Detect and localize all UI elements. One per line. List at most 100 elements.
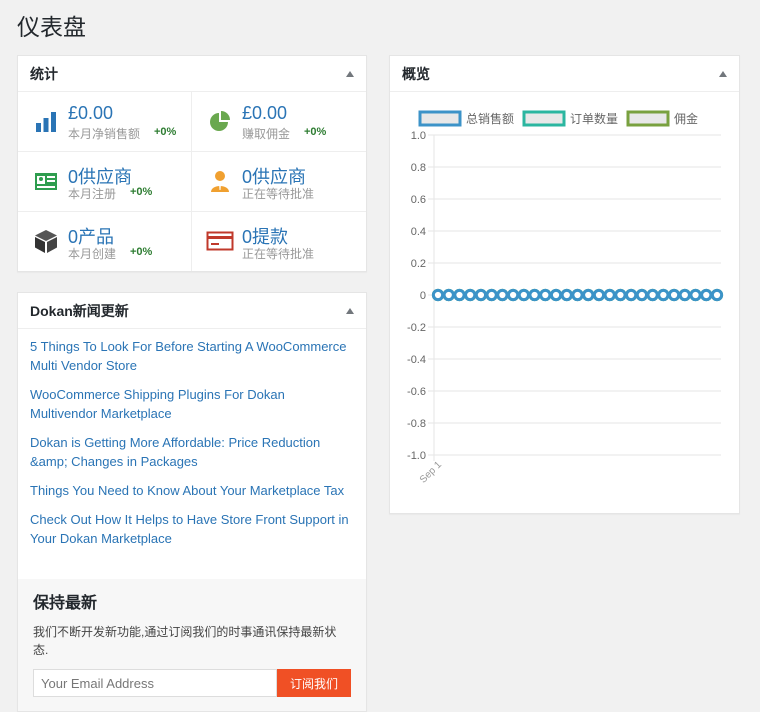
- pie-chart-icon: [210, 111, 230, 131]
- stat-change: +0%: [304, 126, 327, 138]
- series-point: [507, 288, 520, 302]
- series-point: [560, 288, 573, 302]
- stat-label: 正在等待批准: [242, 187, 315, 201]
- series-point: [678, 288, 691, 302]
- y-tick-label: -0.8: [407, 418, 426, 430]
- overview-box: 概览 总销售额 订单数量 佣金 1.0 0.8 0.6 0.4 0.2 0 -0.2 -0.4 -0.…: [389, 55, 740, 514]
- list-item: Things You Need to Know About Your Marke…: [30, 481, 354, 500]
- series-point: [517, 288, 530, 302]
- y-tick-label: -0.4: [407, 354, 426, 366]
- legend-label: 佣金: [674, 111, 698, 126]
- stat-withdrawals[interactable]: 0提款 正在等待批准: [192, 212, 366, 271]
- overview-chart: 总销售额 订单数量 佣金 1.0 0.8 0.6 0.4 0.2 0 -0.2 -0.4 -0.6 -0…: [407, 110, 724, 486]
- series-point: [603, 288, 616, 302]
- id-card-icon: [35, 173, 57, 190]
- x-tick-label: Sep 1: [418, 459, 445, 486]
- subscribe-text: 我们不断开发新功能,通过订阅我们的时事通讯保持最新状态.: [33, 625, 337, 657]
- stat-value: £0.00: [242, 103, 288, 123]
- overview-box-header[interactable]: 概览: [390, 56, 739, 92]
- series-point: [592, 288, 606, 302]
- series-point: [582, 288, 595, 302]
- email-field[interactable]: [33, 669, 277, 697]
- overview-box-title: 概览: [402, 65, 430, 82]
- series-point: [635, 288, 648, 302]
- series-point: [453, 288, 466, 302]
- series-point: [528, 288, 541, 302]
- stat-label: 本月净销售额: [68, 127, 141, 141]
- stat-label: 正在等待批准: [242, 247, 315, 261]
- series-point: [710, 288, 724, 302]
- y-tick-label: 0.8: [411, 162, 426, 174]
- stats-box-header[interactable]: 统计: [18, 56, 366, 92]
- stat-vendors-pending[interactable]: 0供应商 正在等待批准: [192, 152, 366, 212]
- list-item: Check Out How It Helps to Have Store Fro…: [30, 510, 354, 548]
- legend-label: 订单数量: [570, 111, 618, 126]
- list-item: WooCommerce Shipping Plugins For Dokan M…: [30, 385, 354, 423]
- y-tick-label: -0.2: [407, 322, 426, 334]
- stat-commission[interactable]: £0.00 赚取佣金 +0%: [192, 92, 366, 152]
- news-list: 5 Things To Look For Before Starting A W…: [18, 329, 366, 548]
- series-point: [625, 288, 638, 302]
- series-point: [614, 288, 627, 302]
- stat-value: £0.00: [68, 103, 114, 123]
- stat-products[interactable]: 0产品 本月创建 +0%: [18, 212, 192, 271]
- collapse-arrow-icon[interactable]: [346, 70, 354, 77]
- person-icon: [211, 171, 229, 192]
- stat-change: +0%: [154, 126, 177, 138]
- news-link[interactable]: 5 Things To Look For Before Starting A W…: [30, 337, 354, 375]
- news-box-header[interactable]: Dokan新闻更新: [18, 293, 366, 329]
- collapse-arrow-icon[interactable]: [346, 307, 354, 314]
- y-tick-label: 0: [420, 290, 426, 302]
- stat-vendors-registered[interactable]: 0供应商 本月注册 +0%: [18, 152, 192, 212]
- stat-label: 赚取佣金: [242, 127, 291, 141]
- stats-box-title: 统计: [30, 65, 58, 82]
- series-point: [646, 288, 659, 302]
- news-link[interactable]: Dokan is Getting More Affordable: Price …: [30, 433, 354, 471]
- stats-box: 统计 £0.00 本月净销售额 +0% £0.00 赚取佣金 +0% 0供应商 …: [17, 55, 367, 272]
- series-point: [549, 288, 563, 302]
- series-point: [431, 288, 445, 302]
- bar-chart-icon: [36, 112, 56, 132]
- series-point: [496, 288, 509, 302]
- subscribe-form: 订阅我们: [33, 669, 351, 697]
- series-point: [464, 288, 477, 302]
- y-tick-label: 0.4: [411, 226, 426, 238]
- box-icon: [35, 230, 57, 253]
- series-point: [667, 288, 681, 302]
- series-point: [442, 288, 455, 302]
- series-point: [485, 288, 498, 302]
- legend-swatch: [626, 110, 670, 127]
- news-link[interactable]: Things You Need to Know About Your Marke…: [30, 481, 354, 500]
- y-tick-label: -0.6: [407, 386, 426, 398]
- series-point: [539, 288, 552, 302]
- page-title: 仪表盘: [17, 14, 86, 40]
- series-point: [474, 288, 488, 302]
- collapse-arrow-icon[interactable]: [719, 70, 727, 77]
- series-point: [700, 288, 713, 302]
- news-box-title: Dokan新闻更新: [30, 302, 129, 319]
- stat-change: +0%: [130, 186, 153, 198]
- stat-label: 本月注册: [68, 187, 117, 201]
- subscribe-title: 保持最新: [33, 595, 98, 612]
- y-tick-label: 1.0: [411, 130, 426, 142]
- series-point: [689, 288, 702, 302]
- subscribe-section: 保持最新 我们不断开发新功能,通过订阅我们的时事通讯保持最新状态. 订阅我们: [18, 579, 366, 711]
- news-link[interactable]: Check Out How It Helps to Have Store Fro…: [30, 510, 354, 548]
- news-box: Dokan新闻更新 5 Things To Look For Before St…: [17, 292, 367, 712]
- y-tick-label: -1.0: [407, 450, 426, 462]
- series-point: [657, 288, 670, 302]
- y-tick-label: 0.2: [411, 258, 426, 270]
- legend-swatch: [522, 110, 566, 127]
- series-point: [571, 288, 584, 302]
- subscribe-button[interactable]: 订阅我们: [277, 669, 351, 697]
- legend-label: 总销售额: [466, 111, 514, 126]
- news-link[interactable]: WooCommerce Shipping Plugins For Dokan M…: [30, 385, 354, 423]
- list-item: 5 Things To Look For Before Starting A W…: [30, 337, 354, 375]
- stat-net-sales[interactable]: £0.00 本月净销售额 +0%: [18, 92, 192, 152]
- legend-swatch: [418, 110, 462, 127]
- credit-card-icon: [206, 231, 234, 251]
- stat-label: 本月创建: [68, 247, 117, 261]
- y-tick-label: 0.6: [411, 194, 426, 206]
- stat-change: +0%: [130, 246, 153, 258]
- list-item: Dokan is Getting More Affordable: Price …: [30, 433, 354, 471]
